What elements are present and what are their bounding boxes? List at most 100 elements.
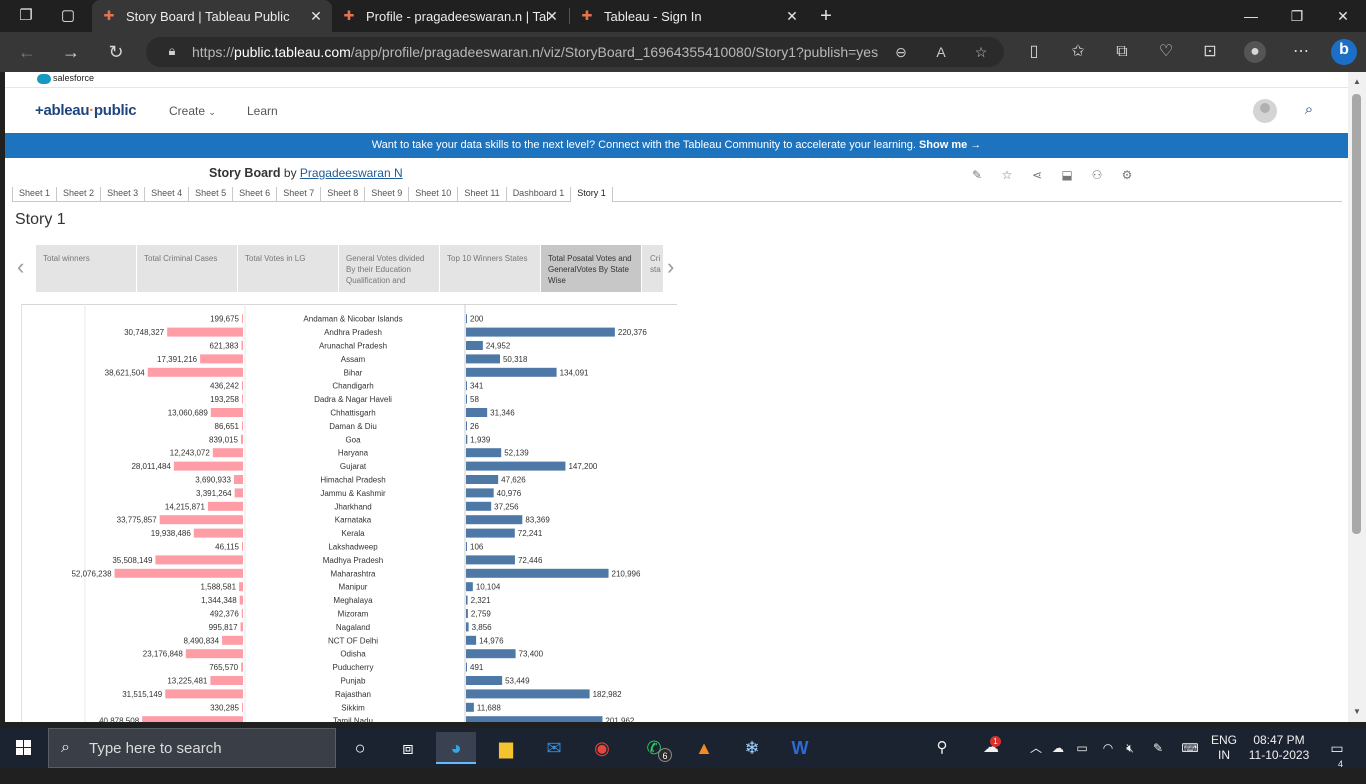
user-avatar[interactable]: [1253, 99, 1277, 123]
people-icon[interactable]: ⚲: [930, 728, 954, 768]
battery-icon[interactable]: ▭: [1072, 728, 1092, 768]
whatsapp-icon[interactable]: ✆ 6: [634, 732, 674, 764]
story-point[interactable]: Cri sta: [642, 245, 663, 292]
restore-icon[interactable]: ❐: [1274, 0, 1320, 32]
story-prev-arrow-icon[interactable]: ‹: [17, 252, 31, 282]
favorites-icon[interactable]: ✩: [1067, 41, 1089, 63]
close-tab-icon[interactable]: ✕: [784, 8, 800, 24]
refresh-icon[interactable]: ↻: [105, 41, 127, 63]
settings-gear-icon[interactable]: ⚙: [1119, 167, 1135, 183]
word-icon[interactable]: W: [780, 732, 820, 764]
scroll-thumb[interactable]: [1352, 94, 1361, 534]
tableau-public-logo[interactable]: +ableau·public: [35, 102, 137, 119]
show-hidden-icons-icon[interactable]: ︿: [1026, 728, 1046, 768]
weather-icon[interactable]: ☁ 1: [976, 728, 1006, 768]
zoom-icon[interactable]: ⊖: [892, 43, 910, 61]
sheet-tab-active[interactable]: Story 1: [570, 187, 613, 202]
nav-create[interactable]: Create ⌄: [169, 104, 216, 118]
new-tab-icon[interactable]: +: [816, 6, 836, 26]
split-screen-icon[interactable]: ▯: [1023, 41, 1045, 63]
bar-postal-votes: [466, 676, 503, 685]
scroll-up-icon[interactable]: ▲: [1348, 74, 1366, 90]
sheet-tab[interactable]: Sheet 4: [144, 187, 188, 202]
sheet-tab[interactable]: Sheet 10: [408, 187, 457, 202]
close-tab-icon[interactable]: ✕: [308, 8, 324, 24]
task-view-icon[interactable]: ⧈: [388, 732, 428, 764]
banner-show-me-link[interactable]: Show me →: [919, 139, 981, 151]
story-point[interactable]: Total winners: [36, 245, 136, 292]
sheet-tab[interactable]: Sheet 3: [100, 187, 144, 202]
chrome-icon[interactable]: ◉: [582, 732, 622, 764]
performance-icon[interactable]: ♡: [1155, 41, 1177, 63]
label-general-votes: 35,508,149: [112, 556, 153, 565]
pen-icon[interactable]: ✎: [1148, 728, 1168, 768]
story-point[interactable]: Top 10 Winners States: [440, 245, 540, 292]
label-general-votes: 8,490,834: [183, 636, 219, 645]
snowflake-app-icon[interactable]: ❄: [732, 732, 772, 764]
file-explorer-icon[interactable]: ▆: [486, 732, 526, 764]
sheet-tab[interactable]: Dashboard 1: [505, 187, 571, 202]
language-indicator[interactable]: ENG IN: [1208, 728, 1240, 768]
volume-muted-icon[interactable]: 🔇︎: [1120, 728, 1140, 768]
scroll-down-icon[interactable]: ▼: [1348, 704, 1366, 720]
tab-sign-in[interactable]: ✚ Tableau - Sign In ✕: [570, 0, 808, 32]
favorite-icon[interactable]: ☆: [999, 167, 1015, 183]
more-options-icon[interactable]: ⋯: [1290, 41, 1312, 63]
cortana-icon[interactable]: ○: [340, 732, 380, 764]
favorite-star-icon[interactable]: ☆: [972, 43, 990, 61]
page-scrollbar[interactable]: ▲ ▼: [1348, 72, 1366, 722]
lock-icon[interactable]: 🔒︎: [164, 43, 180, 59]
tab-profile[interactable]: ✚ Profile - pragadeeswaran.n | Tabl ✕: [332, 0, 568, 32]
author-link[interactable]: Pragadeeswaran N: [300, 166, 403, 180]
sheet-tab[interactable]: Sheet 11: [457, 187, 505, 202]
forward-icon[interactable]: →: [60, 41, 82, 63]
story-point-active[interactable]: Total Posatal Votes and GeneralVotes By …: [541, 245, 641, 292]
workspaces-icon[interactable]: ❐: [16, 6, 36, 26]
story-next-arrow-icon[interactable]: ›: [667, 252, 681, 282]
vlc-icon[interactable]: ▲: [684, 732, 724, 764]
tab-story-board[interactable]: ✚ Story Board | Tableau Public ✕: [92, 0, 332, 32]
taskbar-search[interactable]: ⌕ Type here to search: [48, 728, 336, 768]
close-tab-icon[interactable]: ✕: [544, 8, 560, 24]
edge-icon[interactable]: ◕: [436, 732, 476, 764]
clock[interactable]: 08:47 PM 11-10-2023: [1244, 728, 1314, 768]
profile-avatar-icon[interactable]: ●: [1244, 41, 1266, 63]
address-bar[interactable]: 🔒︎ https://public.tableau.com/app/profil…: [146, 37, 1004, 67]
sheet-tab[interactable]: Sheet 6: [232, 187, 276, 202]
window-close-icon[interactable]: ✕: [1320, 0, 1366, 32]
read-aloud-icon[interactable]: A: [932, 43, 950, 61]
back-icon[interactable]: ←: [16, 41, 38, 63]
onedrive-icon[interactable]: ☁: [1048, 728, 1068, 768]
minimize-icon[interactable]: —: [1228, 0, 1274, 32]
download-icon[interactable]: ⬓: [1059, 167, 1075, 183]
sheet-tab[interactable]: Sheet 8: [320, 187, 364, 202]
bar-general-votes: [222, 635, 243, 645]
keyboard-icon[interactable]: ⌨: [1178, 728, 1202, 768]
sheet-tab[interactable]: Sheet 1: [12, 187, 56, 202]
nav-learn[interactable]: Learn: [247, 104, 278, 118]
search-icon[interactable]: ⌕: [1299, 101, 1319, 121]
extensions-icon[interactable]: ⊡: [1199, 41, 1221, 63]
bing-chat-icon[interactable]: b: [1331, 39, 1357, 65]
label-general-votes: 13,225,481: [167, 677, 208, 686]
label-general-votes: 86,651: [215, 422, 240, 431]
weather-badge: 1: [990, 736, 1001, 747]
story-point[interactable]: General Votes divided By their Education…: [339, 245, 439, 292]
sheet-tab[interactable]: Sheet 2: [56, 187, 100, 202]
windows-start-icon[interactable]: [0, 728, 48, 768]
metadata-icon[interactable]: ⚇: [1089, 167, 1105, 183]
sheet-tab[interactable]: Sheet 5: [188, 187, 232, 202]
story-point[interactable]: Total Criminal Cases: [137, 245, 237, 292]
wifi-icon[interactable]: ◠: [1098, 728, 1118, 768]
mail-icon[interactable]: ✉: [534, 732, 574, 764]
collections-icon[interactable]: ⧉: [1111, 41, 1133, 63]
edit-icon[interactable]: ✎: [969, 167, 985, 183]
story-point[interactable]: Total Votes in LG: [238, 245, 338, 292]
share-icon[interactable]: ⋖: [1029, 167, 1045, 183]
label-general-votes: 28,011,484: [131, 462, 171, 471]
sheet-tab[interactable]: Sheet 7: [276, 187, 320, 202]
bar-general-votes: [240, 434, 243, 444]
notification-center-icon[interactable]: ▭ 4: [1322, 728, 1352, 769]
tab-actions-icon[interactable]: ▢: [58, 6, 78, 26]
sheet-tab[interactable]: Sheet 9: [364, 187, 408, 202]
